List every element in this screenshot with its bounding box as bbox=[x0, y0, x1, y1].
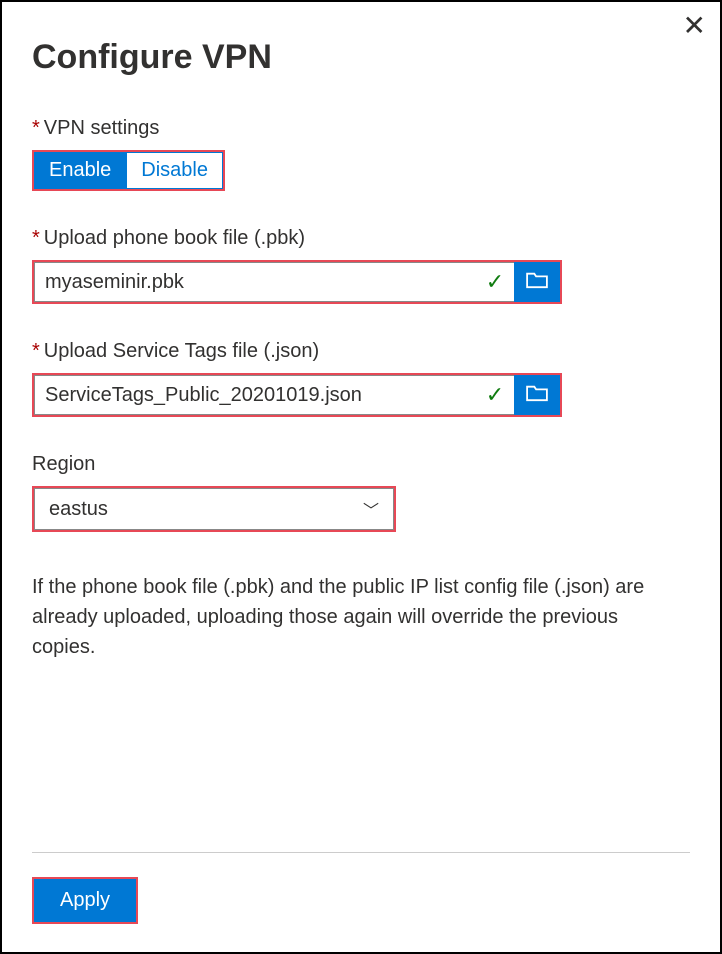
pbk-browse-button[interactable] bbox=[514, 262, 560, 302]
pbk-row-highlight: myaseminir.pbk ✓ bbox=[32, 260, 562, 304]
folder-icon bbox=[526, 271, 548, 294]
override-note: If the phone book file (.pbk) and the pu… bbox=[32, 572, 672, 662]
region-label: Region bbox=[32, 453, 690, 476]
close-icon[interactable]: ✕ bbox=[683, 12, 706, 40]
vpn-enable-button[interactable]: Enable bbox=[34, 152, 126, 189]
vpn-disable-button[interactable]: Disable bbox=[126, 152, 223, 189]
required-mark: * bbox=[32, 117, 40, 139]
tags-file-input[interactable]: ServiceTags_Public_20201019.json bbox=[34, 375, 476, 415]
pbk-file-input[interactable]: myaseminir.pbk bbox=[34, 262, 476, 302]
tags-label: *Upload Service Tags file (.json) bbox=[32, 340, 690, 363]
vpn-settings-label: *VPN settings bbox=[32, 117, 690, 140]
region-select[interactable]: eastus ﹀ bbox=[34, 488, 394, 530]
apply-highlight: Apply bbox=[32, 877, 138, 924]
tags-row-highlight: ServiceTags_Public_20201019.json ✓ bbox=[32, 373, 562, 417]
apply-button[interactable]: Apply bbox=[34, 879, 136, 922]
check-icon: ✓ bbox=[476, 375, 514, 415]
region-value: eastus bbox=[49, 498, 108, 521]
region-select-highlight: eastus ﹀ bbox=[32, 486, 396, 532]
tags-browse-button[interactable] bbox=[514, 375, 560, 415]
vpn-toggle-highlight: Enable Disable bbox=[32, 150, 225, 191]
page-title: Configure VPN bbox=[32, 38, 690, 77]
required-mark: * bbox=[32, 340, 40, 362]
required-mark: * bbox=[32, 227, 40, 249]
pbk-label: *Upload phone book file (.pbk) bbox=[32, 227, 690, 250]
folder-icon bbox=[526, 384, 548, 407]
chevron-down-icon: ﹀ bbox=[363, 497, 379, 521]
check-icon: ✓ bbox=[476, 262, 514, 302]
